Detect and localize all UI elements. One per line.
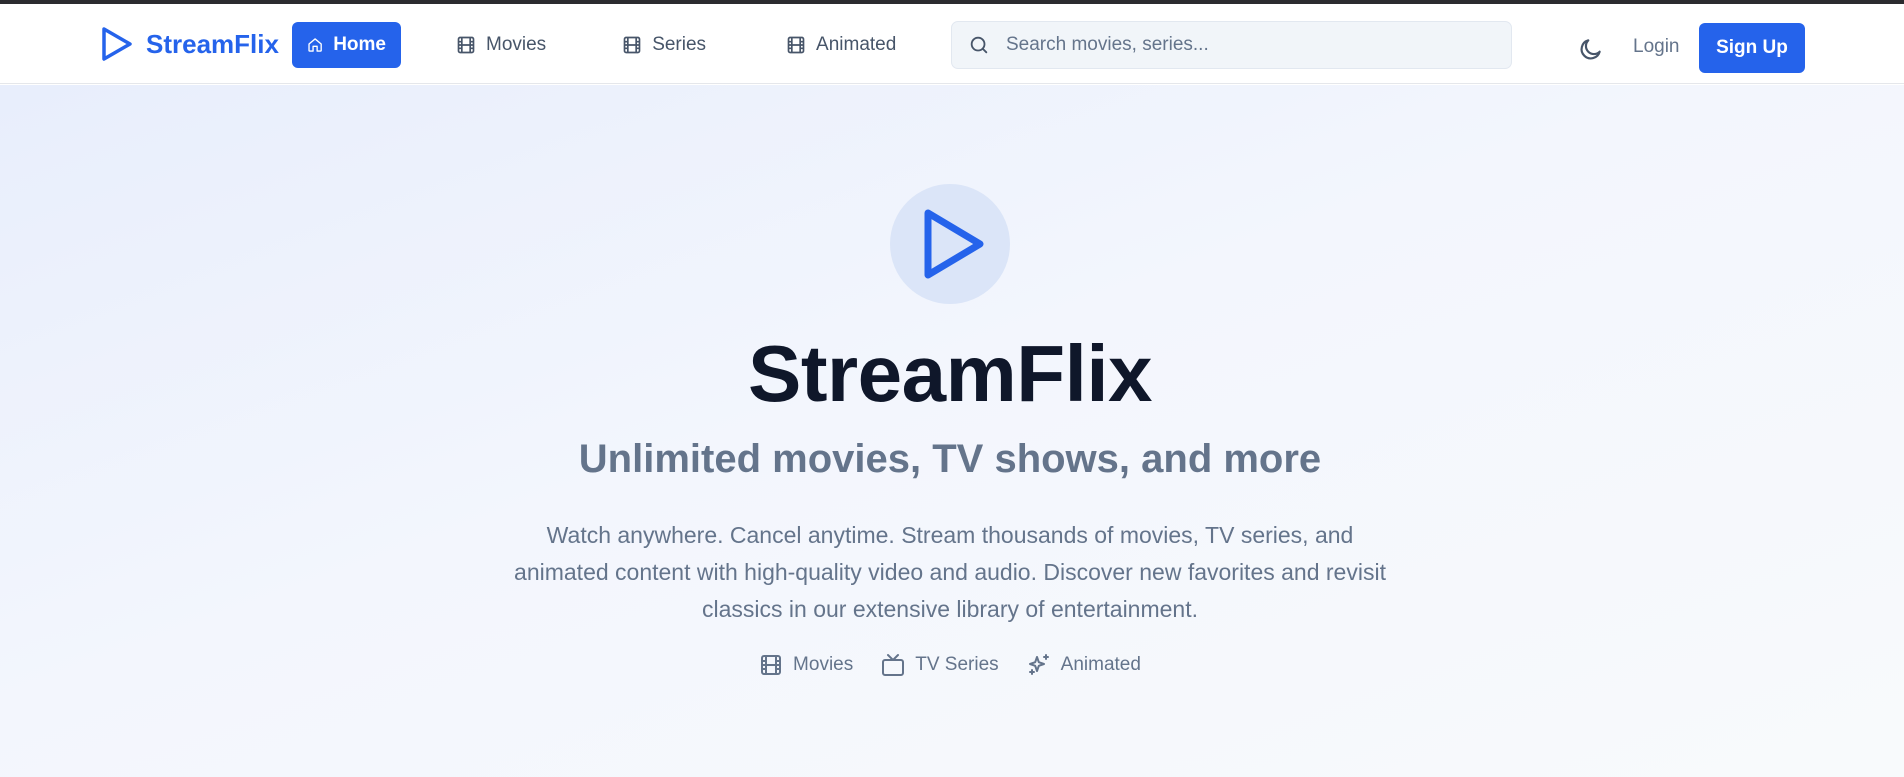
login-link[interactable]: Login [1633,36,1680,58]
hero-title: StreamFlix [747,329,1153,418]
home-icon [308,38,322,52]
tv-icon [882,654,905,676]
hero-section: StreamFlix Unlimited movies, TV shows, a… [0,85,1904,777]
category-label: Animated [1060,654,1141,675]
moon-icon[interactable] [1578,36,1604,62]
main-nav: Home Movies Series Animated [292,22,911,68]
hero-icon-circle [890,184,1010,304]
top-navbar: StreamFlix Home Movies Series Animated L… [0,4,1904,84]
film-icon [761,655,782,675]
category-label: TV Series [915,654,999,675]
nav-animated-label: Animated [816,34,897,55]
nav-movies-label: Movies [486,34,547,55]
film-icon [457,36,475,54]
category-tv-series: TV Series [881,653,999,677]
category-animated: Animated [1027,653,1141,677]
signup-button[interactable]: Sign Up [1699,23,1805,73]
nav-series[interactable]: Series [607,22,721,68]
nav-movies[interactable]: Movies [441,22,561,68]
search-input[interactable] [1006,34,1511,56]
play-icon [102,27,132,61]
brand-logo[interactable]: StreamFlix [100,4,279,84]
play-icon [924,209,984,279]
nav-animated[interactable]: Animated [771,22,911,68]
page-scrollbar[interactable] [1896,4,1904,777]
hero-subtitle: Unlimited movies, TV shows, and more [578,437,1322,481]
category-movies: Movies [759,653,853,677]
search-box[interactable] [951,21,1512,69]
search-icon [970,36,988,54]
sparkles-icon [1028,654,1049,675]
film-icon [623,36,641,54]
category-list: Movies TV Series Animated [0,653,1900,677]
hero-description: Watch anywhere. Cancel anytime. Stream t… [514,522,1386,622]
brand-name: StreamFlix [146,28,279,59]
film-icon [787,36,805,54]
nav-home-label: Home [333,34,386,55]
category-label: Movies [793,654,854,675]
nav-series-label: Series [652,34,707,55]
nav-home[interactable]: Home [292,22,401,68]
